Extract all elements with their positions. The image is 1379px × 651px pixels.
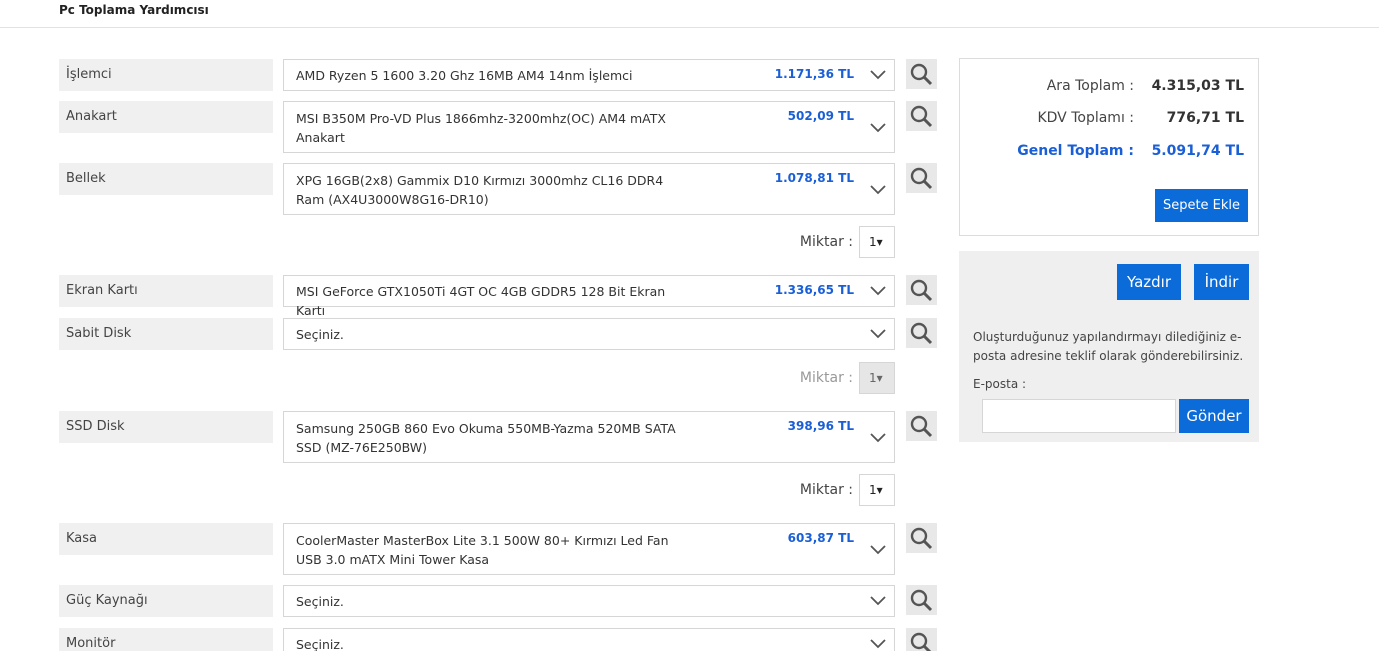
component-select[interactable]: AMD Ryzen 5 1600 3.20 Ghz 16MB AM4 14nm … xyxy=(283,59,895,91)
top-bar: Pc Toplama Yardımcısı xyxy=(0,0,1379,28)
component-price: 398,96 TL xyxy=(787,419,854,433)
component-name: MSI GeForce GTX1050Ti 4GT OC 4GB GDDR5 1… xyxy=(296,284,666,318)
email-info-text: Oluşturduğunuz yapılandırmayı dilediğini… xyxy=(973,330,1244,363)
component-label: SSD Disk xyxy=(59,411,273,443)
email-input[interactable] xyxy=(982,399,1176,433)
quantity-hdd: Miktar : 1▾ xyxy=(700,362,895,394)
vat-label: KDV Toplamı : xyxy=(1037,110,1134,126)
search-icon xyxy=(910,63,933,86)
quantity-value: 1 xyxy=(869,235,877,249)
search-icon xyxy=(910,279,933,302)
component-name: MSI B350M Pro-VD Plus 1866mhz-3200mhz(OC… xyxy=(296,111,666,145)
component-label: Kasa xyxy=(59,523,273,555)
share-panel: Yazdır İndir Oluşturduğunuz yapılandırma… xyxy=(959,251,1259,442)
component-price: 1.078,81 TL xyxy=(774,171,854,185)
component-price: 1.336,65 TL xyxy=(774,283,854,297)
search-button[interactable] xyxy=(906,628,937,651)
quantity-select[interactable]: 1▾ xyxy=(859,226,895,258)
component-select[interactable]: Samsung 250GB 860 Evo Okuma 550MB-Yazma … xyxy=(283,411,895,463)
search-button[interactable] xyxy=(906,59,937,89)
component-select[interactable]: Seçiniz. xyxy=(283,585,895,617)
chevron-down-icon xyxy=(870,123,886,133)
search-button[interactable] xyxy=(906,585,937,615)
send-button[interactable]: Gönder xyxy=(1179,399,1249,433)
component-label: Ekran Kartı xyxy=(59,275,273,307)
component-name: Seçiniz. xyxy=(296,594,344,609)
component-name: Seçiniz. xyxy=(296,327,344,342)
quantity-memory: Miktar : 1▾ xyxy=(700,226,895,258)
component-price: 502,09 TL xyxy=(787,109,854,123)
component-name: XPG 16GB(2x8) Gammix D10 Kırmızı 3000mhz… xyxy=(296,173,664,207)
component-label: Bellek xyxy=(59,163,273,195)
download-button[interactable]: İndir xyxy=(1194,264,1249,300)
grand-total-value: 5.091,74 TL xyxy=(1151,143,1244,159)
component-select[interactable]: Seçiniz. xyxy=(283,318,895,350)
component-name: CoolerMaster MasterBox Lite 3.1 500W 80+… xyxy=(296,533,669,567)
search-button[interactable] xyxy=(906,318,937,348)
search-button[interactable] xyxy=(906,411,937,441)
component-select[interactable]: XPG 16GB(2x8) Gammix D10 Kırmızı 3000mhz… xyxy=(283,163,895,215)
chevron-down-icon xyxy=(870,286,886,296)
print-button[interactable]: Yazdır xyxy=(1117,264,1181,300)
add-to-cart-button[interactable]: Sepete Ekle xyxy=(1155,189,1248,222)
quantity-value: 1 xyxy=(869,483,877,497)
quantity-value: 1 xyxy=(869,371,877,385)
search-icon xyxy=(910,589,933,612)
search-button[interactable] xyxy=(906,163,937,193)
component-select[interactable]: CoolerMaster MasterBox Lite 3.1 500W 80+… xyxy=(283,523,895,575)
quantity-label: Miktar : xyxy=(799,370,853,386)
component-label: Güç Kaynağı xyxy=(59,585,273,617)
chevron-down-icon xyxy=(870,596,886,606)
search-icon xyxy=(910,105,933,128)
component-label: Sabit Disk xyxy=(59,318,273,350)
component-price: 603,87 TL xyxy=(787,531,854,545)
grand-total-label: Genel Toplam : xyxy=(1017,143,1134,159)
search-icon xyxy=(910,527,933,550)
email-label: E-posta : xyxy=(973,377,1027,391)
search-button[interactable] xyxy=(906,275,937,305)
chevron-down-icon xyxy=(870,545,886,555)
vat-value: 776,71 TL xyxy=(1166,110,1244,126)
component-label: Monitör xyxy=(59,628,273,651)
search-icon xyxy=(910,415,933,438)
quantity-label: Miktar : xyxy=(799,234,853,250)
quantity-select: 1▾ xyxy=(859,362,895,394)
chevron-down-icon xyxy=(870,185,886,195)
chevron-down-icon xyxy=(870,639,886,649)
component-name: AMD Ryzen 5 1600 3.20 Ghz 16MB AM4 14nm … xyxy=(296,68,633,83)
subtotal-label: Ara Toplam : xyxy=(1046,78,1134,94)
search-icon xyxy=(910,322,933,345)
page-title: Pc Toplama Yardımcısı xyxy=(59,3,209,17)
quantity-select[interactable]: 1▾ xyxy=(859,474,895,506)
component-select[interactable]: MSI B350M Pro-VD Plus 1866mhz-3200mhz(OC… xyxy=(283,101,895,153)
component-select[interactable]: Seçiniz. xyxy=(283,628,895,651)
subtotal-value: 4.315,03 TL xyxy=(1151,78,1244,94)
quantity-ssd: Miktar : 1▾ xyxy=(700,474,895,506)
chevron-down-icon xyxy=(870,70,886,80)
component-label: Anakart xyxy=(59,101,273,133)
component-name: Samsung 250GB 860 Evo Okuma 550MB-Yazma … xyxy=(296,421,676,455)
component-name: Seçiniz. xyxy=(296,637,344,651)
search-button[interactable] xyxy=(906,523,937,553)
search-button[interactable] xyxy=(906,101,937,131)
search-icon xyxy=(910,632,932,651)
quantity-label: Miktar : xyxy=(799,482,853,498)
search-icon xyxy=(910,167,933,190)
component-row-monitor: Monitör Seçiniz. xyxy=(59,628,939,651)
component-select[interactable]: MSI GeForce GTX1050Ti 4GT OC 4GB GDDR5 1… xyxy=(283,275,895,318)
summary-box: Ara Toplam : 4.315,03 TL KDV Toplamı : 7… xyxy=(959,58,1259,236)
chevron-down-icon xyxy=(870,433,886,443)
component-price: 1.171,36 TL xyxy=(774,67,854,81)
component-label: İşlemci xyxy=(59,59,273,91)
chevron-down-icon xyxy=(870,329,886,339)
